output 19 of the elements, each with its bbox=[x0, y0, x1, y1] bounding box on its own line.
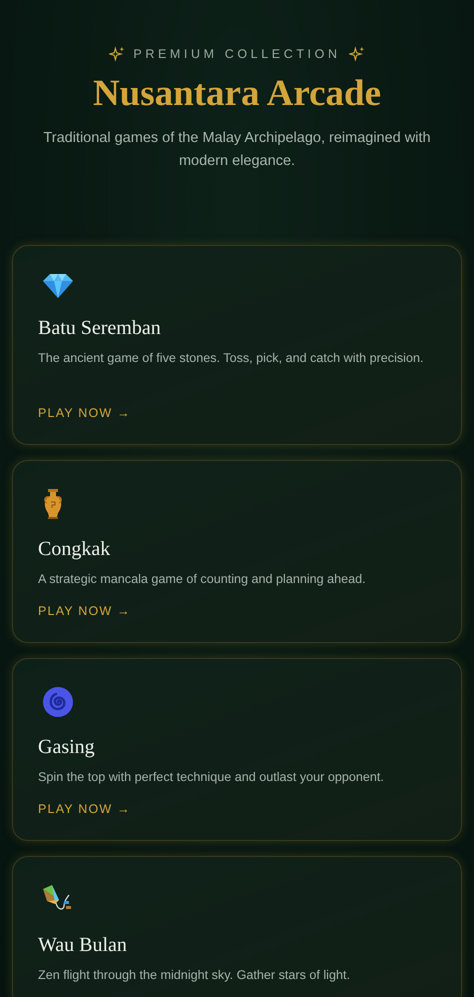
game-description: The ancient game of five stones. Toss, pick, and catch with precision. bbox=[38, 350, 424, 367]
game-description: A strategic mancala game of counting and planning ahead. bbox=[38, 570, 366, 588]
game-description: Zen flight through the midnight sky. Gather stars of light. bbox=[38, 966, 350, 984]
spiral-icon bbox=[42, 686, 74, 718]
gem-icon bbox=[42, 272, 74, 299]
play-now-link[interactable]: PLAY NOW → bbox=[38, 604, 131, 618]
play-now-link[interactable]: PLAY NOW → bbox=[38, 406, 131, 420]
sparkle-icon bbox=[109, 46, 126, 62]
game-title: Gasing bbox=[38, 736, 95, 759]
game-title: Batu Seremban bbox=[38, 316, 161, 340]
game-title: Congkak bbox=[38, 538, 110, 561]
game-title: Wau Bulan bbox=[38, 934, 127, 957]
sparkle-icon bbox=[348, 46, 365, 62]
game-description: Spin the top with perfect technique and outlast your opponent. bbox=[38, 768, 384, 786]
page-title: Nusantara Arcade bbox=[92, 74, 382, 115]
page-subtitle: Traditional games of the Malay Archipelago, reimagined with modern elegance. bbox=[42, 128, 432, 171]
vase-icon bbox=[42, 488, 64, 520]
eyebrow-label: PREMIUM COLLECTION bbox=[133, 47, 341, 61]
play-now-link[interactable]: PLAY NOW → bbox=[38, 802, 131, 816]
